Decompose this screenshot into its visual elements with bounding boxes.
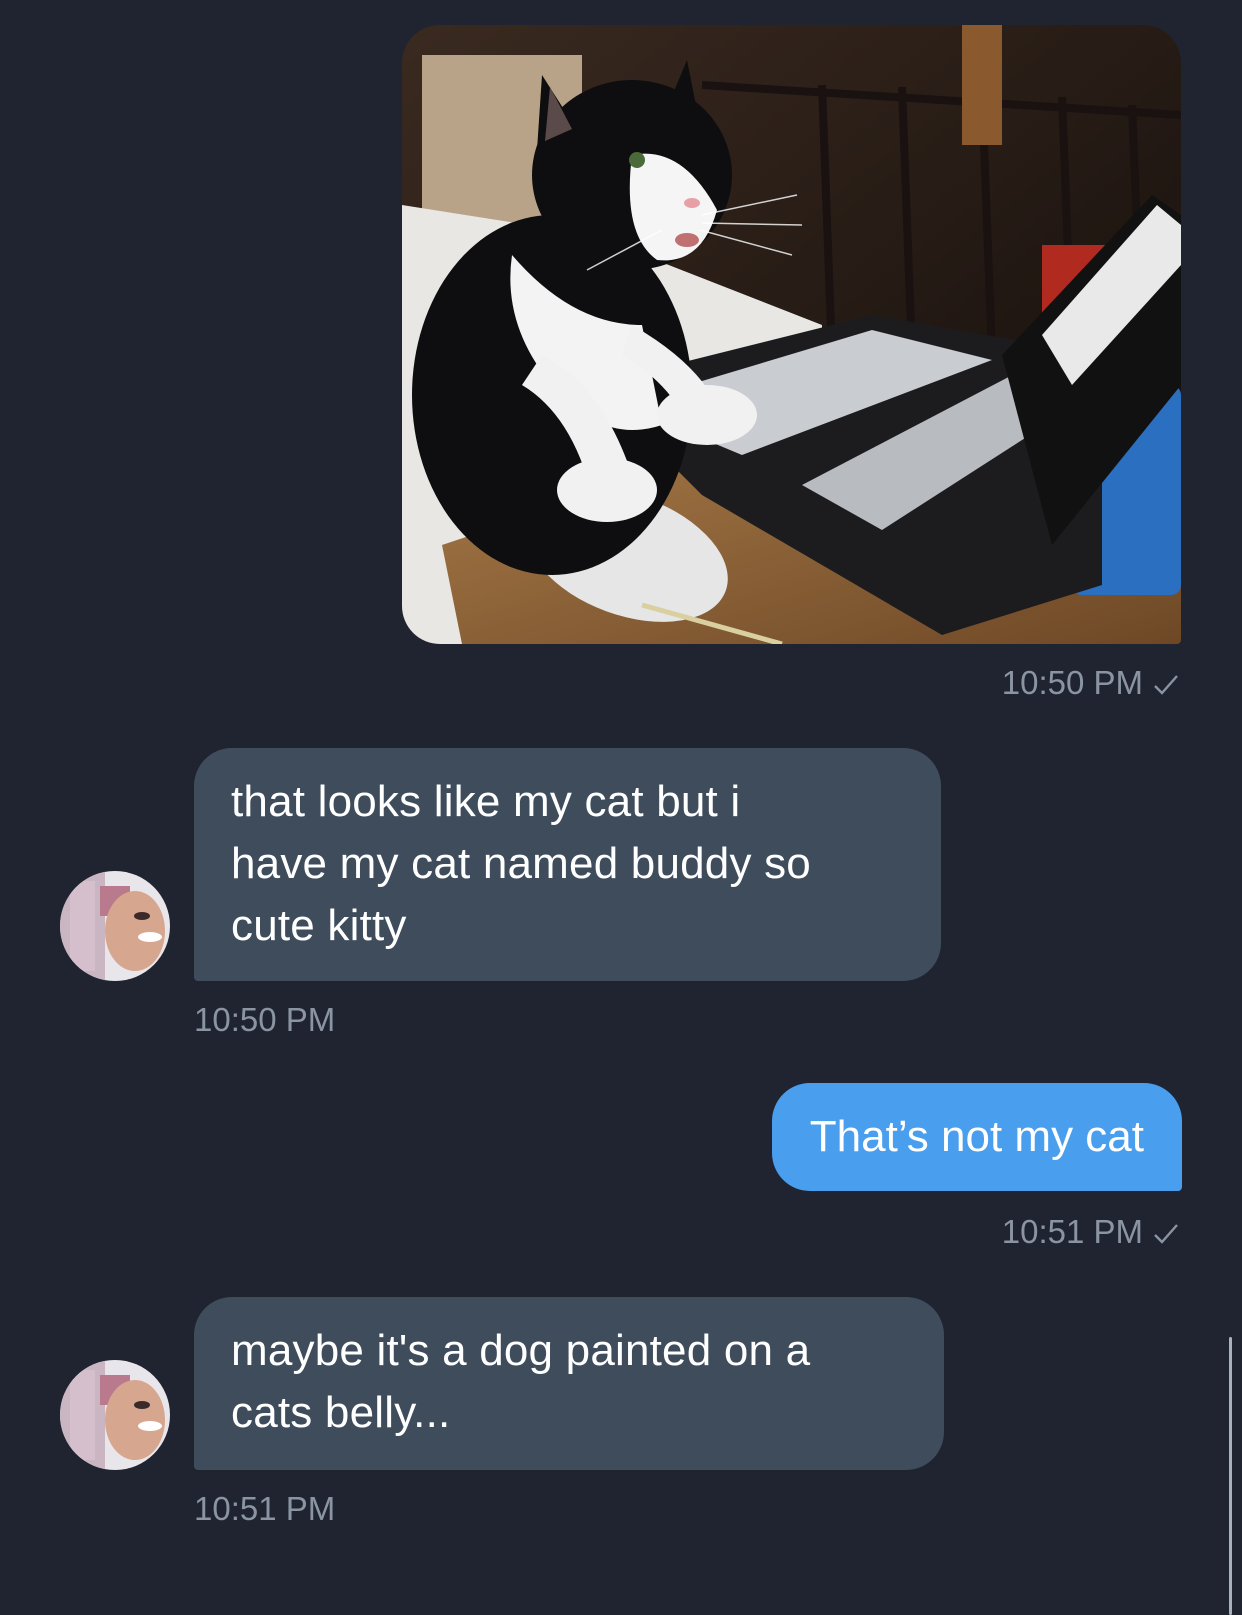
message-line: that looks like my cat but i: [231, 777, 741, 826]
avatar-image: [60, 1360, 170, 1470]
checkmark-icon: [1153, 665, 1179, 705]
cat-photo: [402, 25, 1181, 644]
message-line: maybe it's a dog painted on a: [231, 1326, 811, 1375]
message-timestamp: 10:51 PM: [194, 1490, 336, 1527]
message-line: cats belly...: [231, 1388, 451, 1437]
message-line: have my cat named buddy so: [231, 839, 811, 888]
avatar[interactable]: [60, 1360, 170, 1470]
avatar-image: [60, 871, 170, 981]
incoming-message-bubble[interactable]: maybe it's a dog painted on a cats belly…: [194, 1297, 944, 1470]
message-line: cute kitty: [231, 901, 407, 950]
message-image-cat[interactable]: [402, 25, 1181, 644]
scrollbar[interactable]: [1229, 1337, 1232, 1615]
avatar[interactable]: [60, 871, 170, 981]
message-text: That’s not my cat: [809, 1112, 1144, 1161]
message-timestamp: 10:50 PM: [1002, 663, 1179, 705]
message-timestamp: 10:51 PM: [1002, 1212, 1179, 1254]
incoming-message-bubble[interactable]: that looks like my cat but i have my cat…: [194, 748, 941, 981]
checkmark-icon: [1153, 1214, 1179, 1254]
outgoing-message-bubble[interactable]: That’s not my cat: [771, 1083, 1182, 1191]
message-timestamp: 10:50 PM: [194, 1001, 336, 1038]
